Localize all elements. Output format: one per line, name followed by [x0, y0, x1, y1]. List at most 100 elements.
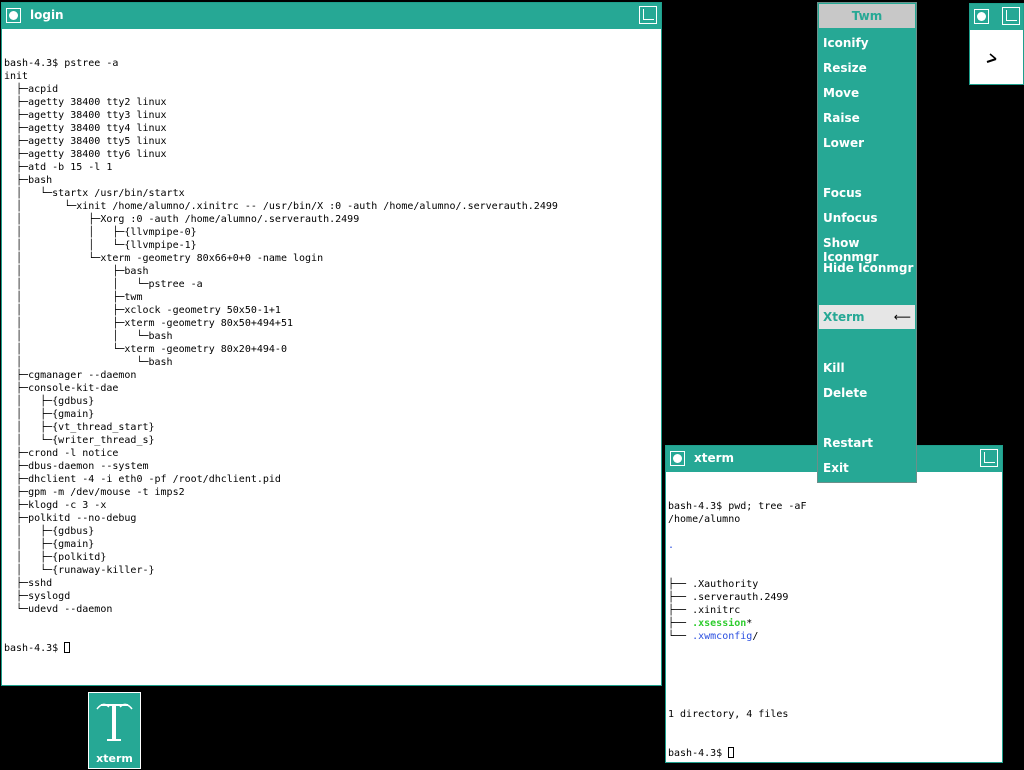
terminal-line: │ ├─{gmain}	[4, 539, 95, 550]
submenu-arrow-icon: ⟵	[893, 310, 911, 324]
terminal-line: ├─atd -b 15 -l 1	[4, 162, 113, 173]
terminal-line: │ └─{writer_thread_s}	[4, 435, 155, 446]
terminal-line: └─udevd --daemon	[4, 604, 113, 615]
menu-item-resize[interactable]: Resize	[823, 61, 867, 75]
xclock-titlebar[interactable]	[970, 4, 1023, 30]
xterm-window[interactable]: xterm bash-4.3$ pwd; tree -aF/home/alumn…	[665, 445, 1003, 763]
tree-branch: └──	[668, 631, 693, 642]
resize-icon[interactable]	[980, 449, 998, 467]
tree-entry-suffix: /	[752, 631, 759, 642]
menu-item-xterm-label: Xterm	[823, 310, 865, 324]
resize-icon[interactable]	[639, 6, 657, 24]
login-window[interactable]: login bash-4.3$ pstree -a init ├─acpid ├─…	[1, 2, 662, 686]
menu-item-lower[interactable]: Lower	[823, 136, 864, 150]
login-window-title: login	[30, 8, 64, 22]
resize-icon[interactable]	[1002, 7, 1020, 25]
terminal-line: │ ├─Xorg :0 -auth /home/alumno/.serverau…	[4, 214, 360, 225]
menu-item-raise[interactable]: Raise	[823, 111, 860, 125]
iconify-icon[interactable]	[974, 9, 989, 24]
menu-item-hide-iconmgr[interactable]: Hide Iconmgr	[823, 261, 913, 275]
terminal-line: │ └─xterm -geometry 80x66+0+0 -name logi…	[4, 253, 324, 264]
terminal-line: ├─klogd -c 3 -x	[4, 500, 107, 511]
tree-branch: ├──	[668, 618, 693, 629]
terminal-line: ├─gpm -m /dev/mouse -t imps2	[4, 487, 185, 498]
iconify-icon[interactable]	[670, 451, 685, 466]
terminal-line: bash-4.3$ pwd; tree -aF	[668, 501, 807, 512]
tree-branch: ├──	[668, 592, 693, 603]
terminal-line: bash-4.3$ pstree -a	[4, 58, 119, 69]
terminal-line: ├─agetty 38400 tty2 linux	[4, 97, 167, 108]
menu-item-iconify[interactable]: Iconify	[823, 36, 869, 50]
terminal-line: ├─agetty 38400 tty6 linux	[4, 149, 167, 160]
menu-item-show-iconmgr[interactable]: Show Iconmgr	[823, 236, 916, 264]
iconify-icon[interactable]	[6, 8, 21, 23]
tree-entry: ├── .xsession*	[668, 617, 1000, 630]
clock-hour-hand	[986, 58, 997, 63]
tree-branch: ├──	[668, 605, 693, 616]
menu-item-exit[interactable]: Exit	[823, 461, 849, 475]
terminal-line: │ └─startx /usr/bin/startx	[4, 188, 185, 199]
terminal-line: ├─acpid	[4, 84, 59, 95]
terminal-line: ├─dbus-daemon --system	[4, 461, 149, 472]
twm-menu-title: Twm	[819, 4, 915, 28]
text-cursor	[64, 642, 71, 653]
tree-entry-name: .xsession	[692, 618, 747, 629]
text-cursor	[728, 747, 735, 758]
xterm-window-title: xterm	[694, 451, 735, 465]
terminal-line: │ │ └─{llvmpipe-1}	[4, 240, 197, 251]
login-terminal-output[interactable]: bash-4.3$ pstree -a init ├─acpid ├─agetty…	[4, 31, 659, 683]
clock-face	[986, 53, 997, 63]
terminal-line: │ │ └─bash	[4, 331, 173, 342]
terminal-line: ├─agetty 38400 tty3 linux	[4, 110, 167, 121]
terminal-line: │ ├─twm	[4, 292, 143, 303]
xterm-desktop-icon[interactable]: xterm	[88, 692, 141, 769]
terminal-line: │ ├─{gdbus}	[4, 526, 95, 537]
terminal-line: ├─dhclient -4 -i eth0 -pf /root/dhclient…	[4, 474, 281, 485]
clock-minute-hand	[989, 53, 997, 60]
tree-entry-name: .serverauth.2499	[692, 592, 789, 603]
terminal-prompt-line: bash-4.3$	[4, 642, 659, 655]
terminal-line: │ ├─xterm -geometry 80x50+494+51	[4, 318, 293, 329]
menu-item-delete[interactable]: Delete	[823, 386, 867, 400]
terminal-line: ├─bash	[4, 175, 53, 186]
terminal-prompt-line: bash-4.3$	[668, 747, 1000, 760]
login-titlebar[interactable]: login	[2, 3, 661, 29]
menu-item-kill[interactable]: Kill	[823, 361, 845, 375]
menu-item-move[interactable]: Move	[823, 86, 859, 100]
terminal-line: │ └─xterm -geometry 80x20+494-0	[4, 344, 287, 355]
xterm-terminal-output[interactable]: bash-4.3$ pwd; tree -aF/home/alumno. ├──…	[668, 474, 1000, 760]
terminal-line: │ ├─bash	[4, 266, 149, 277]
terminal-line: │ ├─{vt_thread_start}	[4, 422, 155, 433]
terminal-line: │ ├─{gmain}	[4, 409, 95, 420]
menu-item-restart[interactable]: Restart	[823, 436, 873, 450]
menu-item-unfocus[interactable]: Unfocus	[823, 211, 878, 225]
twm-menu[interactable]: Twm Iconify Resize Move Raise Lower Focu…	[817, 2, 917, 483]
menu-item-xterm[interactable]: Xterm ⟵	[819, 305, 915, 329]
terminal-line: │ │ └─pstree -a	[4, 279, 203, 290]
xclock-window[interactable]	[969, 3, 1024, 85]
terminal-line: ├─cgmanager --daemon	[4, 370, 137, 381]
terminal-line: ├─crond -l notice	[4, 448, 119, 459]
xterm-icon-label: xterm	[96, 752, 133, 765]
tree-entry: ├── .Xauthority	[668, 578, 1000, 591]
tree-entry-suffix: *	[746, 618, 753, 629]
terminal-line: .	[668, 540, 675, 551]
tree-entry: ├── .serverauth.2499	[668, 591, 1000, 604]
terminal-prompt: bash-4.3$	[4, 643, 65, 654]
menu-item-focus[interactable]: Focus	[823, 186, 862, 200]
terminal-line: ├─sshd	[4, 578, 53, 589]
terminal-line: ├─agetty 38400 tty5 linux	[4, 136, 167, 147]
tree-entry-name: .xwmconfig	[692, 631, 753, 642]
terminal-line: /home/alumno	[668, 514, 741, 525]
terminal-prompt: bash-4.3$	[668, 748, 729, 759]
tree-entry-name: .Xauthority	[692, 579, 759, 590]
tree-entry-name: .xinitrc	[692, 605, 741, 616]
terminal-line: ├─agetty 38400 tty4 linux	[4, 123, 167, 134]
terminal-line: │ └─bash	[4, 357, 173, 368]
tree-entry: └── .xwmconfig/	[668, 630, 1000, 643]
tree-summary: 1 directory, 4 files	[668, 709, 789, 720]
terminal-line: ├─console-kit-dae	[4, 383, 119, 394]
xterm-icon	[96, 703, 133, 741]
